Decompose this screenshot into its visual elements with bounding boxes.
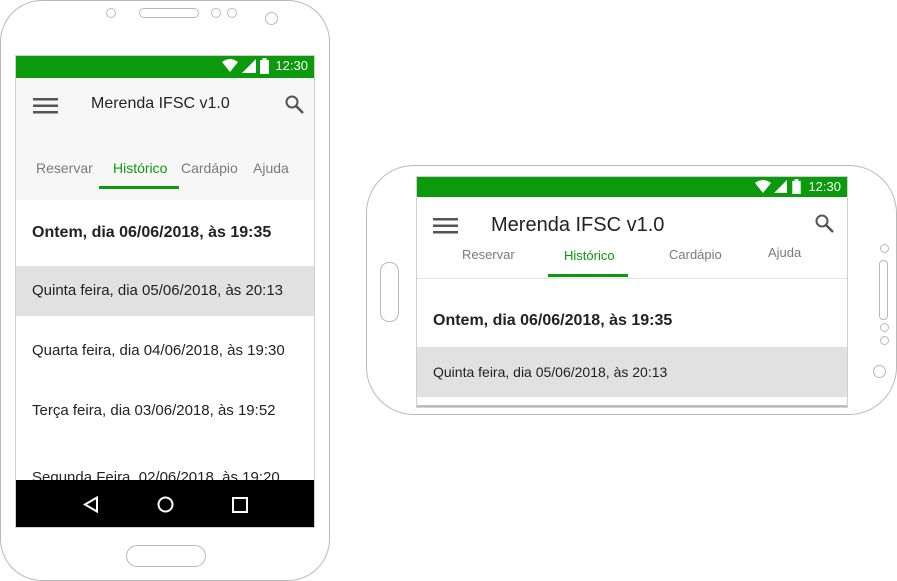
app-bar: Merenda IFSC v1.0 Reservar Histórico Car… (16, 78, 314, 200)
portrait-sensor-mid (211, 8, 221, 18)
landscape-screen: 12:30 Merenda IFSC v1.0 Reservar Históri… (416, 176, 848, 408)
tab-reservar[interactable]: Reservar (36, 160, 93, 176)
tab-historico[interactable]: Histórico (564, 248, 615, 263)
portrait-sensor-right (227, 8, 237, 18)
landscape-sensor-a (880, 323, 889, 332)
cell-signal-icon (242, 59, 256, 73)
list-item[interactable]: Segunda Feira, 02/06/2018, às 19:20 (16, 453, 314, 480)
landscape-camera (873, 365, 886, 378)
home-icon[interactable] (157, 496, 174, 513)
battery-icon (792, 179, 801, 194)
tab-reservar[interactable]: Reservar (462, 247, 515, 262)
list-item[interactable]: Quinta feira, dia 05/06/2018, às 20:13 (16, 266, 314, 316)
tab-ajuda[interactable]: Ajuda (768, 245, 801, 260)
status-bar: 12:30 (16, 56, 314, 78)
navigation-bar (16, 480, 314, 527)
search-icon[interactable] (815, 214, 834, 233)
tab-indicator (99, 186, 179, 189)
app-bar: Merenda IFSC v1.0 Reservar Histórico Car… (417, 197, 847, 279)
hamburger-menu-icon[interactable] (433, 218, 458, 234)
history-list: Ontem, dia 06/06/2018, às 19:35 Quinta f… (16, 200, 314, 480)
status-bar: 12:30 (417, 177, 847, 197)
wifi-icon (755, 180, 771, 193)
tab-historico[interactable]: Histórico (113, 160, 167, 176)
list-item[interactable]: Ontem, dia 06/06/2018, às 19:35 (16, 200, 314, 266)
portrait-speaker (139, 8, 199, 18)
tab-cardapio[interactable]: Cardápio (181, 160, 238, 176)
tab-cardapio[interactable]: Cardápio (669, 247, 722, 262)
list-item[interactable]: Quarta feira, dia 04/06/2018, às 19:30 (16, 326, 314, 376)
portrait-home-button[interactable] (126, 545, 206, 567)
recent-apps-icon[interactable] (232, 497, 248, 513)
wifi-icon (222, 59, 238, 72)
portrait-camera (265, 12, 278, 25)
list-item[interactable]: Terça feira, dia 03/06/2018, às 19:52 (16, 386, 314, 436)
landscape-sensor-b (880, 336, 889, 345)
list-item[interactable]: Ontem, dia 06/06/2018, às 19:35 (417, 297, 847, 345)
landscape-sensor-top (880, 244, 889, 253)
app-title: Merenda IFSC v1.0 (491, 214, 665, 236)
landscape-home-button[interactable] (380, 262, 399, 322)
status-time: 12:30 (275, 58, 308, 73)
app-title: Merenda IFSC v1.0 (91, 95, 230, 112)
history-list: Ontem, dia 06/06/2018, às 19:35 Quinta f… (417, 279, 847, 407)
back-icon[interactable] (83, 496, 99, 513)
search-icon[interactable] (285, 95, 304, 114)
tab-indicator (548, 274, 628, 277)
tab-ajuda[interactable]: Ajuda (253, 160, 289, 176)
status-time: 12:30 (808, 179, 841, 194)
landscape-speaker (879, 260, 888, 320)
hamburger-menu-icon[interactable] (33, 98, 58, 114)
portrait-sensor-left (106, 8, 116, 18)
cell-signal-icon (774, 180, 787, 193)
portrait-screen: 12:30 Merenda IFSC v1.0 Reservar Históri… (15, 55, 315, 528)
battery-icon (260, 58, 269, 74)
list-item[interactable]: Quinta feira, dia 05/06/2018, às 20:13 (417, 347, 847, 397)
